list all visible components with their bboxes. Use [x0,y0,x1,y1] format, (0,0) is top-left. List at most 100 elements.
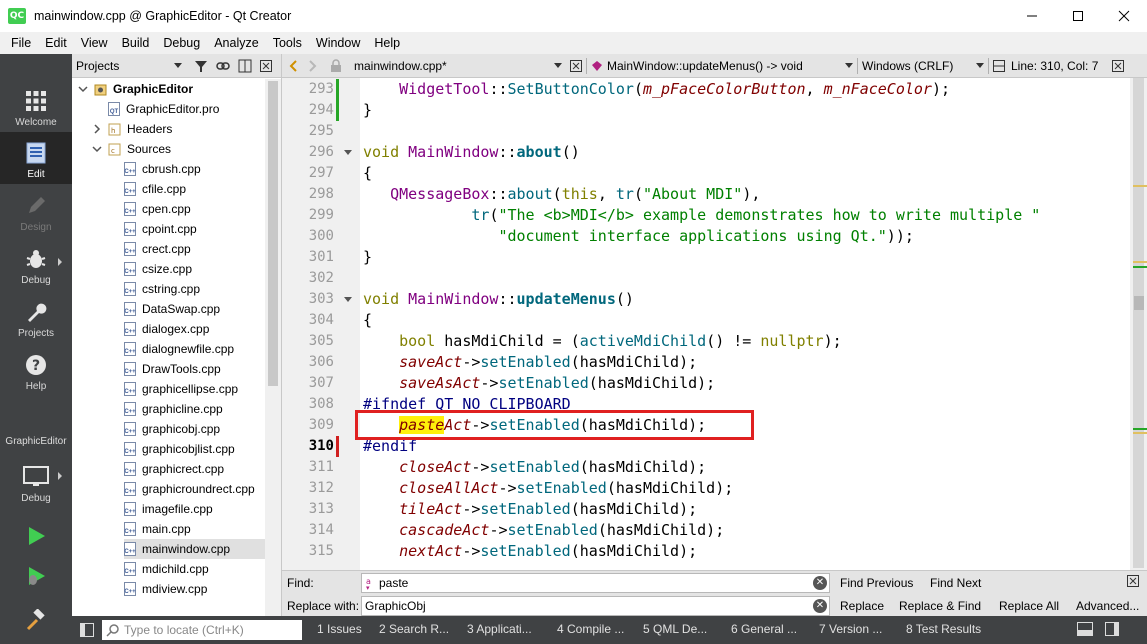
tree-item[interactable]: C++ mdichild.cpp [124,559,265,579]
line-ending-combo[interactable]: Windows (CRLF) [862,59,976,73]
maximize-button[interactable] [1055,0,1101,32]
menu-edit[interactable]: Edit [38,36,74,50]
replace-button[interactable]: Replace [840,599,884,613]
mode-help[interactable]: ? Help [0,344,72,396]
code-token: (hasMdiChild); [579,458,707,476]
mode-welcome[interactable]: Welcome [0,80,72,132]
mode-debug[interactable]: Debug [0,238,72,290]
menu-debug[interactable]: Debug [156,36,207,50]
fold-marker-icon[interactable] [344,297,352,302]
tree-item[interactable]: C++ dialognewfile.cpp [124,339,265,359]
tree-item[interactable]: C++ crect.cpp [124,239,265,259]
tree-item[interactable]: C++ cbrush.cpp [124,159,265,179]
tree-item[interactable]: C++ DataSwap.cpp [124,299,265,319]
debug-run-button[interactable] [0,560,72,596]
project-tree-scrollbar[interactable] [265,79,281,616]
tree-item[interactable]: h Headers [92,119,172,139]
chevron-down-icon[interactable] [92,144,102,154]
split-editor-button[interactable] [993,59,1005,72]
sync-button[interactable] [216,59,230,73]
find-previous-button[interactable]: Find Previous [840,576,913,590]
kit-selector[interactable]: Debug [0,452,72,508]
scrollbar-thumb[interactable] [268,81,278,386]
projects-view-combo[interactable]: Projects [76,59,186,73]
close-document-button[interactable] [570,59,582,72]
tree-item[interactable]: C++ cpen.cpp [124,199,265,219]
tree-item[interactable]: c Sources [92,139,171,159]
run-button[interactable] [0,520,72,556]
pane-issues[interactable]: 1 Issues [317,622,362,636]
toggle-right-sidebar-button[interactable] [1105,622,1119,639]
menu-file[interactable]: File [4,36,38,50]
toggle-output-pane-button[interactable] [1077,622,1093,639]
search-options-icon[interactable]: a▾ [365,576,375,590]
pane-compile-output[interactable]: 4 Compile ... [557,622,624,636]
minimize-button[interactable] [1009,0,1055,32]
menu-window[interactable]: Window [309,36,367,50]
menu-analyze[interactable]: Analyze [207,36,265,50]
build-button[interactable] [0,600,72,640]
tree-item[interactable]: QT GraphicEditor.pro [92,99,219,119]
filter-button[interactable] [194,59,208,73]
tree-item[interactable]: C++ DrawTools.cpp [124,359,265,379]
tree-item[interactable]: C++ csize.cpp [124,259,265,279]
chevron-down-icon[interactable] [78,84,88,94]
close-pane-button[interactable] [260,59,272,72]
close-split-button[interactable] [1112,59,1125,72]
tree-item[interactable]: C++ graphicroundrect.cpp [124,479,265,499]
line-number: 301 [308,249,334,265]
editor-scrollbar[interactable] [1130,78,1147,570]
tree-item[interactable]: C++ imagefile.cpp [124,499,265,519]
symbol-combo[interactable]: MainWindow::updateMenus() -> void [607,59,845,73]
scrollbar-thumb[interactable] [1133,78,1144,568]
tree-item[interactable]: C++ graphicobj.cpp [124,419,265,439]
pane-application-output[interactable]: 3 Applicati... [467,622,532,636]
cursor-position[interactable]: Line: 310, Col: 7 [1011,59,1098,73]
tree-item[interactable]: C++ cstring.cpp [124,279,265,299]
chevron-right-icon[interactable] [92,124,102,134]
pane-version-control[interactable]: 7 Version ... [819,622,882,636]
find-input[interactable]: a ▾ paste ✕ [361,573,830,593]
mode-projects[interactable]: Projects [0,291,72,343]
clear-find-icon[interactable]: ✕ [813,576,827,590]
tree-item[interactable]: C++ graphicrect.cpp [124,459,265,479]
fold-marker-icon[interactable] [344,150,352,155]
clear-replace-icon[interactable]: ✕ [813,599,827,613]
replace-input[interactable]: GraphicObj ✕ [361,596,830,616]
line-number-gutter[interactable]: 293 294 295 296 297 298 299 300 301 302 303 304 305 3… [282,78,360,570]
replace-find-button[interactable]: Replace & Find [899,599,981,613]
cpp-file-icon: C++ [124,482,136,496]
tree-item[interactable]: C++ cfile.cpp [124,179,265,199]
tree-item[interactable]: C++ graphicobjlist.cpp [124,439,265,459]
nav-back-button[interactable] [288,59,298,72]
locator-input[interactable]: Type to locate (Ctrl+K) [102,620,302,640]
tree-item[interactable]: C++ dialogex.cpp [124,319,265,339]
nav-forward-button[interactable] [308,59,318,72]
code-editor[interactable]: WidgetTool::SetButtonColor(m_pFaceColorB… [360,78,1130,570]
tree-item[interactable]: C++ mdiview.cpp [124,579,265,599]
replace-all-button[interactable]: Replace All [999,599,1059,613]
tree-item[interactable]: C++ graphicellipse.cpp [124,379,265,399]
menu-build[interactable]: Build [115,36,157,50]
pane-search-results[interactable]: 2 Search R... [379,622,449,636]
toggle-sidebar-button[interactable] [80,623,94,640]
pane-test-results[interactable]: 8 Test Results [906,622,981,636]
close-find-button[interactable] [1127,575,1139,590]
tree-item[interactable]: C++ cpoint.cpp [124,219,265,239]
tree-item[interactable]: C++ mainwindow.cpp [124,539,265,559]
tree-item[interactable]: C++ main.cpp [124,519,265,539]
tree-item[interactable]: C++ graphicline.cpp [124,399,265,419]
split-button[interactable] [238,59,252,73]
pane-general-messages[interactable]: 6 General ... [731,622,797,636]
find-next-button[interactable]: Find Next [930,576,981,590]
mode-edit[interactable]: Edit [0,132,72,184]
advanced-button[interactable]: Advanced... [1076,599,1139,613]
menu-help[interactable]: Help [367,36,407,50]
menu-tools[interactable]: Tools [266,36,309,50]
open-file-combo[interactable]: mainwindow.cpp* [354,59,554,73]
tree-item[interactable]: GraphicEditor [78,79,193,99]
pane-qml-debugger[interactable]: 5 QML De... [643,622,707,636]
close-button[interactable] [1101,0,1147,32]
mode-design[interactable]: Design [0,185,72,237]
menu-view[interactable]: View [74,36,115,50]
